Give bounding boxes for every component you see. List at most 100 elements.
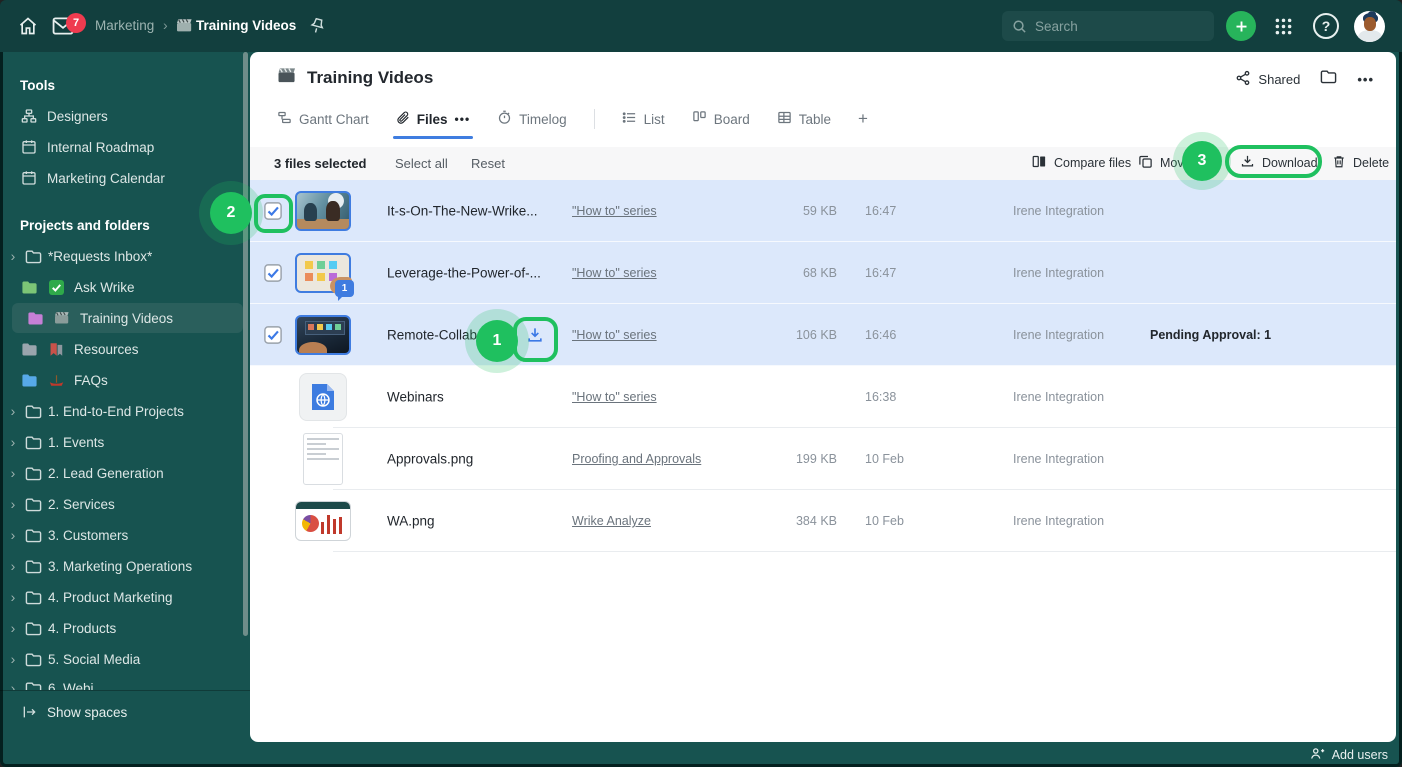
add-users-button[interactable]: Add users [1309, 746, 1388, 764]
chevron-right-icon[interactable]: › [8, 496, 18, 512]
file-name[interactable]: Webinars [387, 390, 567, 405]
file-name[interactable]: Leverage-the-Power-of-... [387, 266, 567, 281]
chevron-right-icon[interactable]: › [8, 434, 18, 450]
sidebar-item-resources[interactable]: Resources [0, 334, 250, 364]
add-user-icon [1309, 746, 1325, 764]
delete-button[interactable]: Delete [1332, 154, 1389, 172]
share-icon [1235, 70, 1251, 89]
chevron-right-icon[interactable]: › [8, 465, 18, 481]
sidebar-item-label: 1. End-to-End Projects [48, 403, 184, 419]
sidebar-scrollbar[interactable] [243, 52, 248, 636]
chevron-right-icon[interactable]: › [8, 651, 18, 667]
row-checkbox-checked[interactable] [264, 264, 282, 282]
sidebar-item-social-media[interactable]: › 5. Social Media [0, 644, 250, 674]
file-row[interactable]: It-s-On-The-New-Wrike... "How to" series… [250, 180, 1396, 242]
breadcrumb-section[interactable]: Marketing [95, 18, 154, 33]
sidebar-item-products[interactable]: › 4. Products [0, 613, 250, 643]
select-all-button[interactable]: Select all [395, 156, 448, 171]
file-name[interactable]: WA.png [387, 514, 567, 529]
file-name[interactable]: Approvals.png [387, 452, 567, 467]
folder-action-icon[interactable] [1320, 69, 1337, 89]
file-location-link[interactable]: Proofing and Approvals [572, 452, 701, 466]
create-new-button[interactable] [1226, 11, 1256, 41]
folder-icon [20, 280, 38, 295]
sidebar-item-marketing-operations[interactable]: › 3. Marketing Operations [0, 551, 250, 581]
file-thumbnail[interactable] [303, 433, 343, 485]
file-row[interactable]: Webinars "How to" series 16:38 Irene Int… [250, 366, 1396, 428]
chevron-right-icon[interactable]: › [8, 620, 18, 636]
sidebar-item-faqs[interactable]: FAQs [0, 365, 250, 395]
show-spaces-button[interactable]: Show spaces [20, 704, 127, 720]
sidebar-item-training-videos[interactable]: Training Videos [12, 303, 243, 333]
file-size: 384 KB [795, 514, 837, 528]
tab-board[interactable]: Board [692, 110, 750, 128]
add-users-label: Add users [1331, 748, 1388, 762]
breadcrumb-page[interactable]: Training Videos [196, 18, 296, 33]
file-location-link[interactable]: Wrike Analyze [572, 514, 651, 528]
sidebar-item-label: Training Videos [80, 310, 174, 326]
sidebar-item-webinars-clipped[interactable]: › 6. Webi [0, 673, 250, 690]
sidebar-item-label: 1. Events [48, 434, 105, 450]
compare-files-button[interactable]: Compare files [1032, 154, 1131, 172]
file-row[interactable]: 1 Leverage-the-Power-of-... "How to" ser… [250, 242, 1396, 304]
file-thumbnail[interactable] [299, 373, 347, 421]
folder-outline-icon [24, 249, 42, 264]
thumbnail-art [307, 453, 327, 455]
file-location-link[interactable]: "How to" series [572, 204, 657, 218]
search-box[interactable] [1002, 11, 1214, 41]
annotation-box-checkbox [254, 194, 293, 233]
tab-label: Timelog [519, 111, 567, 127]
sidebar-item-product-marketing[interactable]: › 4. Product Marketing [0, 582, 250, 612]
chevron-right-icon[interactable]: › [8, 558, 18, 574]
file-thumbnail[interactable] [295, 315, 351, 355]
folder-icon [20, 342, 38, 357]
sidebar-item-events[interactable]: › 1. Events [0, 427, 250, 457]
thumbnail-art [321, 514, 343, 534]
sidebar-item-lead-generation[interactable]: › 2. Lead Generation [0, 458, 250, 488]
tab-timelog[interactable]: Timelog [497, 110, 567, 128]
file-thumbnail[interactable] [295, 191, 351, 231]
file-time: 16:38 [865, 390, 897, 404]
tab-overflow-icon[interactable]: ••• [455, 112, 471, 126]
sidebar-item-ask-wrike[interactable]: Ask Wrike [0, 272, 250, 302]
tab-table[interactable]: Table [777, 110, 831, 128]
tab-files[interactable]: Files ••• [392, 110, 474, 139]
reset-button[interactable]: Reset [471, 156, 505, 171]
file-row[interactable]: Remote-Collaborati... "How to" series 10… [250, 304, 1396, 366]
file-row[interactable]: Approvals.png Proofing and Approvals 199… [250, 428, 1396, 490]
row-checkbox-checked[interactable] [264, 326, 282, 344]
chevron-right-icon[interactable]: › [8, 680, 18, 690]
file-thumbnail[interactable]: 1 [295, 253, 354, 301]
file-location-link[interactable]: "How to" series [572, 390, 657, 404]
file-name[interactable]: It-s-On-The-New-Wrike... [387, 204, 567, 219]
shared-button[interactable]: Shared [1235, 70, 1300, 89]
more-menu-icon[interactable]: ••• [1357, 72, 1374, 87]
compare-label: Compare files [1054, 156, 1132, 170]
file-thumbnail[interactable] [295, 501, 351, 541]
chevron-right-icon[interactable]: › [8, 527, 18, 543]
chevron-right-icon[interactable]: › [8, 248, 18, 264]
file-location-link[interactable]: "How to" series [572, 328, 657, 342]
home-icon[interactable] [18, 16, 38, 36]
file-location-link[interactable]: "How to" series [572, 266, 657, 280]
chevron-right-icon[interactable]: › [8, 403, 18, 419]
tab-list[interactable]: List [622, 110, 665, 128]
tab-gantt-chart[interactable]: Gantt Chart [277, 110, 369, 128]
avatar[interactable] [1354, 11, 1385, 42]
sidebar-item-services[interactable]: › 2. Services [0, 489, 250, 519]
sidebar-item-requests-inbox[interactable]: › *Requests Inbox* [0, 241, 250, 271]
sidebar-item-customers[interactable]: › 3. Customers [0, 520, 250, 550]
search-input[interactable] [1035, 18, 1185, 34]
sidebar-item-designers[interactable]: Designers [0, 101, 250, 131]
compare-icon [1032, 154, 1047, 172]
apps-grid-icon[interactable] [1272, 15, 1295, 38]
sidebar-item-internal-roadmap[interactable]: Internal Roadmap [0, 132, 250, 162]
annotation-box-download-button [1225, 145, 1322, 178]
sidebar-item-end-to-end-projects[interactable]: › 1. End-to-End Projects [0, 396, 250, 426]
tab-add-view[interactable]: + [858, 109, 868, 129]
pin-icon[interactable] [306, 14, 328, 36]
chevron-right-icon[interactable]: › [8, 589, 18, 605]
help-icon[interactable]: ? [1313, 13, 1339, 39]
annotation-box-row-download [513, 317, 558, 362]
file-row[interactable]: WA.png Wrike Analyze 384 KB 10 Feb Irene… [250, 490, 1396, 552]
